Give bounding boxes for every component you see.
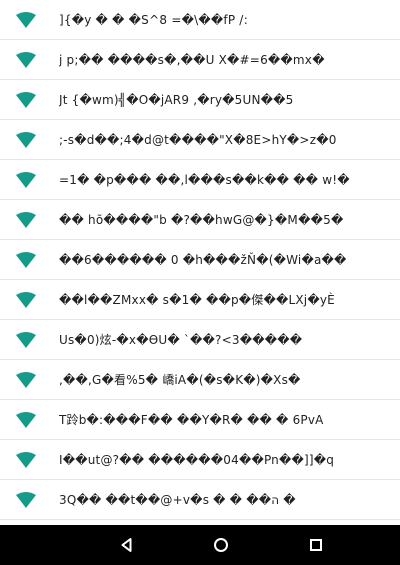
wifi-icon (15, 371, 37, 389)
network-ssid: ,��,G�看%5� 嶠iA�(�s�K�)�Xs� (59, 371, 384, 389)
network-row[interactable]: ;-s�d��;4�d@t����"X�8E>hY�>z�0 (0, 120, 400, 160)
network-row[interactable]: Us�0)炫-�x�ӨU� `��?<3����� (0, 320, 400, 360)
network-ssid: =1� �p��� ��,l���s��k�� �� w!� (59, 171, 384, 189)
wifi-icon (15, 131, 37, 149)
wifi-icon (15, 331, 37, 349)
network-row[interactable]: 3Q�� ��t��@+v�s � � ��ה � (0, 480, 400, 520)
screen: ]{�y � � �S^8 =�\��fP /: j p;�� ����s… (0, 0, 400, 565)
wifi-icon (15, 11, 37, 29)
network-ssid: �� hõ����"b �?��hwG@�}�M��5� (59, 211, 384, 229)
network-ssid: ]{�y � � �S^8 =�\��fP /: (59, 11, 384, 29)
network-ssid: j p;�� ����s�,��U X�#=6��mx� (59, 51, 384, 69)
wifi-icon (15, 291, 37, 309)
wifi-icon (15, 411, 37, 429)
network-ssid: Us�0)炫-�x�ӨU� `��?<3����� (59, 331, 384, 349)
home-circle-icon (207, 533, 235, 557)
network-row[interactable]: j p;�� ����s�,��U X�#=6��mx� (0, 40, 400, 80)
wifi-icon (15, 451, 37, 469)
home-button[interactable] (207, 533, 235, 557)
network-row[interactable]: I��ut@?�� ������04��Pn��]]�q (0, 440, 400, 480)
wifi-network-list: ]{�y � � �S^8 =�\��fP /: j p;�� ����s… (0, 0, 400, 525)
network-ssid: Jt {�wm)╣�O�jAR9 ,�ry�5UN��5 (59, 91, 384, 109)
back-triangle-icon (113, 533, 141, 557)
network-row[interactable]: ��l��ZMxx� s�1� ��p�傑��LXj�yÈ (0, 280, 400, 320)
network-ssid: ��l��ZMxx� s�1� ��p�傑��LXj�yÈ (59, 291, 384, 309)
network-ssid: 3Q�� ��t��@+v�s � � ��ה � (59, 491, 384, 509)
recents-button[interactable] (302, 533, 330, 557)
wifi-icon (15, 251, 37, 269)
wifi-icon (15, 171, 37, 189)
wifi-icon (15, 51, 37, 69)
network-row[interactable]: ��6������ 0 �h���žŇ�(�Wi�a�� (0, 240, 400, 280)
network-row[interactable]: Jt {�wm)╣�O�jAR9 ,�ry�5UN��5 (0, 80, 400, 120)
back-button[interactable] (113, 533, 141, 557)
wifi-icon (15, 211, 37, 229)
system-navigation-bar (0, 525, 400, 565)
wifi-icon (15, 91, 37, 109)
network-row[interactable]: �� hõ����"b �?��hwG@�}�M��5� (0, 200, 400, 240)
network-ssid: ��6������ 0 �h���žŇ�(�Wi�a�� (59, 251, 384, 269)
network-ssid: ;-s�d��;4�d@t����"X�8E>hY�>z�0 (59, 131, 384, 149)
wifi-icon (15, 491, 37, 509)
network-row[interactable]: =1� �p��� ��,l���s��k�� �� w!� (0, 160, 400, 200)
recents-square-icon (302, 533, 330, 557)
network-row[interactable]: T跉b�:���F�� ��Y�R� �� � 6PvA (0, 400, 400, 440)
network-ssid: T跉b�:���F�� ��Y�R� �� � 6PvA (59, 411, 384, 429)
network-row[interactable]: ]{�y � � �S^8 =�\��fP /: (0, 0, 400, 40)
network-ssid: I��ut@?�� ������04��Pn��]]�q (59, 451, 384, 469)
network-row[interactable]: ,��,G�看%5� 嶠iA�(�s�K�)�Xs� (0, 360, 400, 400)
